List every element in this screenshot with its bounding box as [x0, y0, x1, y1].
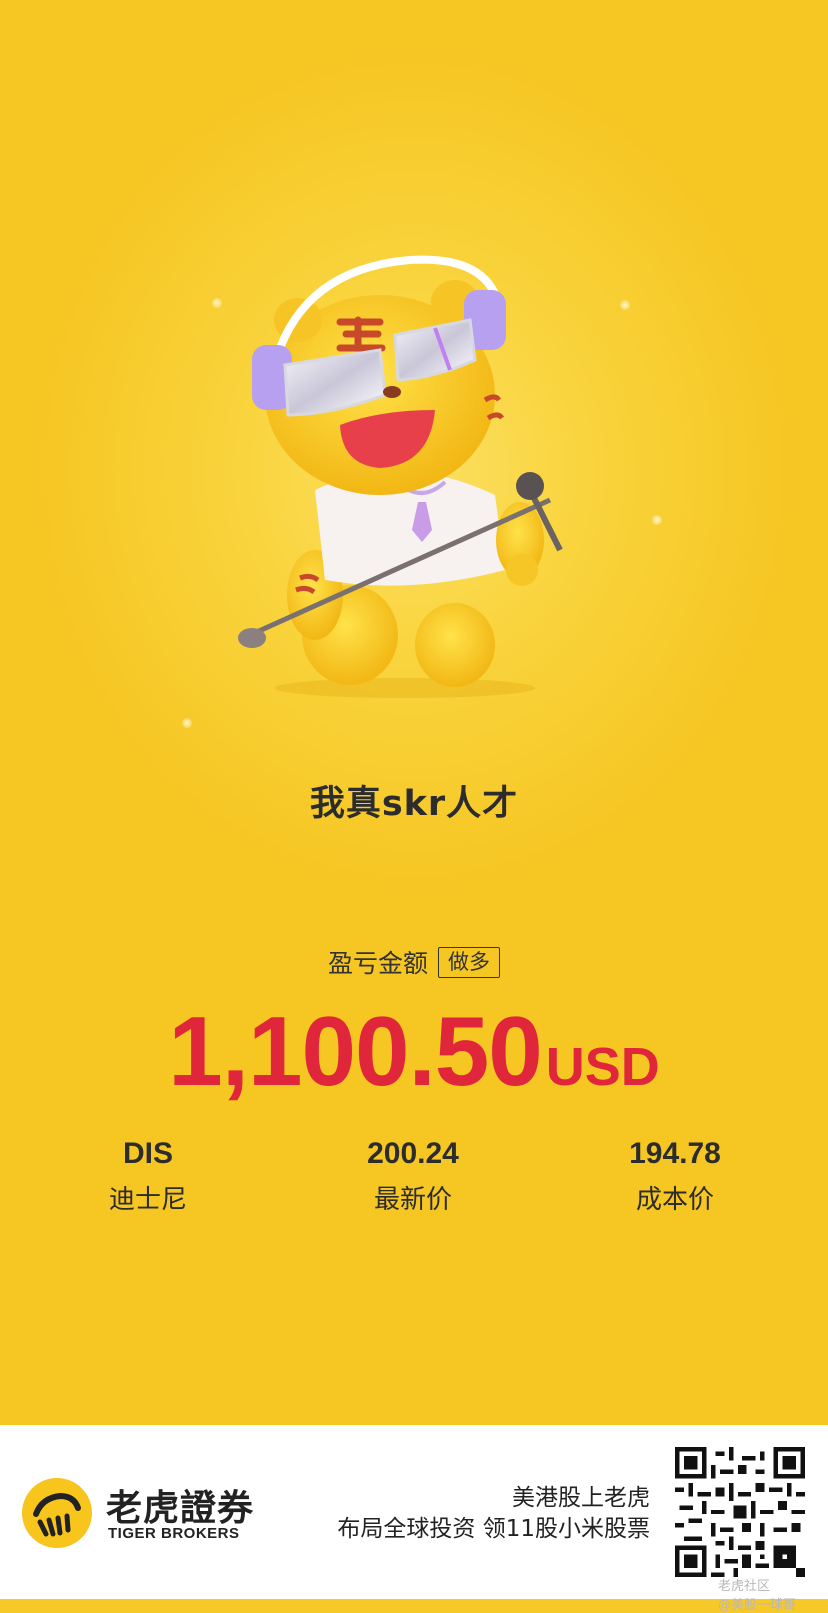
stat-label: 成本价 — [635, 1185, 714, 1215]
pnl-label: 盈亏金额 — [327, 949, 428, 978]
slogan: 美港股上老虎 布局全球投资 领11股小米股票 — [337, 1483, 650, 1545]
stock-stats: DIS 迪士尼 200.24 最新价 194.78 成本价 — [0, 1137, 828, 1227]
slogan-line-2: 布局全球投资 领11股小米股票 — [337, 1516, 650, 1542]
footer-bar: 老虎證券 TIGER BROKERS 美港股上老虎 布局全球投资 领11股小米股… — [0, 1425, 828, 1613]
sparkle — [652, 515, 662, 525]
sparkle — [182, 718, 192, 728]
stat-latest-price: 200.24 最新价 — [313, 1137, 513, 1216]
tiger-mascot-icon — [238, 255, 563, 698]
stat-label: 最新价 — [373, 1185, 452, 1215]
watermark-line-2: @美股一球哥 — [718, 1598, 797, 1613]
community-watermark: 老虎社区 @美股一球哥 — [718, 1575, 796, 1613]
brand-name-en: TIGER BROKERS — [108, 1525, 240, 1542]
slogan-line-1: 美港股上老虎 — [512, 1485, 650, 1511]
sparkle — [212, 298, 222, 308]
stat-value: DIS — [122, 1137, 173, 1170]
brand-name-cn: 老虎證券 — [106, 1488, 255, 1529]
stat-value: 194.78 — [629, 1137, 721, 1170]
pnl-amount-value: 1,100.50 — [168, 996, 542, 1106]
position-direction-badge: 做多 — [438, 946, 500, 978]
share-poster: 我真skr人才 盈亏金额 做多 1,100.50USD DIS 迪士尼 200.… — [0, 0, 828, 1425]
qr-code-icon[interactable] — [675, 1447, 805, 1577]
stat-value: 200.24 — [367, 1137, 459, 1170]
pnl-header: 盈亏金额 做多 — [0, 944, 828, 980]
watermark-line-1: 老虎社区 — [718, 1579, 771, 1594]
tiger-logo-icon — [22, 1478, 92, 1548]
sparkle — [620, 300, 630, 310]
stat-ticker: DIS 迪士尼 — [48, 1137, 248, 1216]
share-caption: 我真skr人才 — [309, 784, 519, 824]
pnl-amount: 1,100.50USD — [0, 995, 828, 1108]
stat-label: 迪士尼 — [108, 1185, 187, 1215]
pnl-currency: USD — [545, 1037, 660, 1097]
stat-cost-price: 194.78 成本价 — [575, 1137, 775, 1216]
